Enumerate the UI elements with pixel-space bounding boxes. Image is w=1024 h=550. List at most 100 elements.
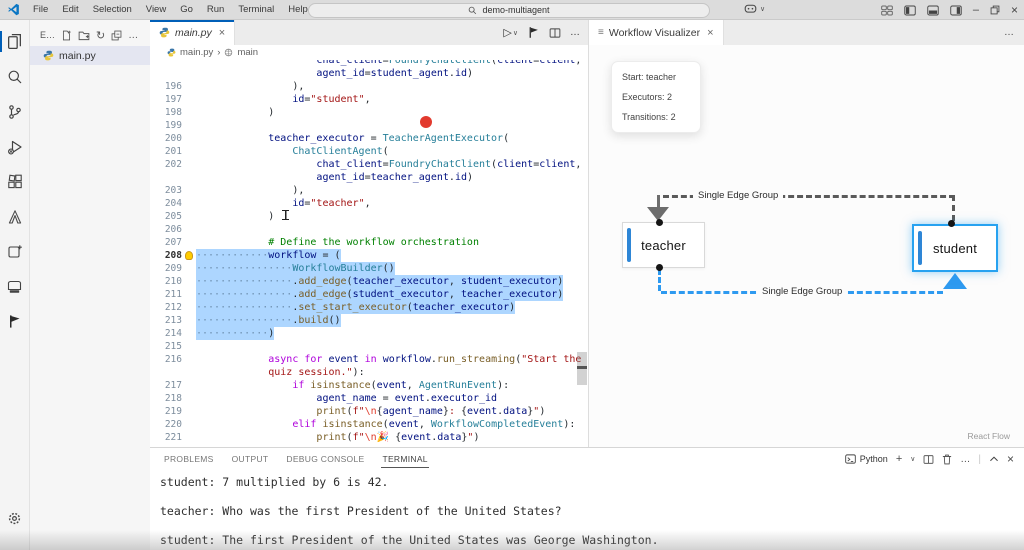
code-line[interactable]: agent_id=teacher_agent.id) [150,171,588,184]
code-line[interactable]: 215 [150,340,588,353]
code-line[interactable]: 210················.add_edge(teacher_exe… [150,275,588,288]
code-line[interactable]: 201 ChatClientAgent( [150,145,588,158]
code-line[interactable]: agent_id=student_agent.id) [150,67,588,80]
code-line[interactable]: 217 if isinstance(event, AgentRunEvent): [150,379,588,392]
code-text: ) [196,106,274,119]
code-line[interactable]: 199 [150,119,588,132]
sidebar-item-explorer[interactable] [0,24,30,59]
menu-file[interactable]: File [26,0,55,20]
menu-view[interactable]: View [139,0,173,20]
code-line[interactable]: 206 [150,223,588,236]
code-line[interactable]: 202 chat_client=FoundryChatClient(client… [150,158,588,171]
sidebar-item-run-debug[interactable] [0,129,30,164]
code-line[interactable]: 221 print(f"\n🎉 {event.data}") [150,431,588,444]
tab-workflow-visualizer[interactable]: ≡ Workflow Visualizer × [589,20,724,45]
kill-terminal-icon[interactable] [942,454,952,465]
close-tab-icon[interactable]: × [219,27,225,39]
workflow-canvas[interactable]: Start: teacher Executors: 2 Transitions:… [589,45,1024,447]
code-line[interactable]: 203 ), [150,184,588,197]
edge-label[interactable]: Single Edge Group [693,190,783,201]
code-line[interactable]: quiz session."): [150,366,588,379]
more-actions-icon[interactable]: … [960,454,970,465]
breadcrumb-item-symbol[interactable]: main [237,47,258,58]
node-teacher[interactable]: teacher [622,222,705,268]
more-actions-icon[interactable]: … [1004,20,1014,45]
terminal-output[interactable]: student: 7 multiplied by 6 is 42.teacher… [150,468,1024,547]
sidebar-item-azure[interactable] [0,199,30,234]
minimize-button[interactable]: – [973,4,979,16]
new-folder-button[interactable] [78,30,90,41]
code-line[interactable]: 208············workflow = ( [150,249,588,262]
code-line[interactable]: 209················WorkflowBuilder() [150,262,588,275]
code-line[interactable]: 219 print(f"\n{agent_name}: {event.data}… [150,405,588,418]
tab-main-py[interactable]: main.py × [150,20,235,45]
code-line[interactable]: 213················.build() [150,314,588,327]
menu-selection[interactable]: Selection [86,0,139,20]
code-line[interactable]: 205 ) [150,210,588,223]
close-tab-icon[interactable]: × [707,27,713,39]
terminal-shell-picker[interactable]: Python [845,454,888,464]
collapse-all-button[interactable] [111,30,122,41]
menu-edit[interactable]: Edit [55,0,85,20]
split-editor-icon[interactable] [549,27,561,39]
panel-tab-problems[interactable]: PROBLEMS [163,450,215,468]
code-line[interactable]: 198 ) [150,106,588,119]
code-line[interactable]: 211················.add_edge(student_exe… [150,288,588,301]
settings-gear-button[interactable] [7,511,22,526]
chevron-down-icon[interactable]: ∨ [910,455,915,463]
pennant-action-icon[interactable] [527,26,540,39]
code-line[interactable]: 216 async for event in workflow.run_stre… [150,353,588,366]
code-editor[interactable]: chat_client=FoundryChatClient(client=cli… [150,60,588,447]
line-number [150,67,182,80]
lightbulb-icon[interactable] [185,251,193,260]
code-line[interactable]: 204 id="teacher", [150,197,588,210]
code-line[interactable]: chat_client=FoundryChatClient(client=cli… [150,60,588,67]
chevron-down-icon[interactable]: ∨ [513,29,518,37]
menu-terminal[interactable]: Terminal [231,0,281,20]
sidebar-item-package[interactable] [0,269,30,304]
sidebar-item-extensions[interactable] [0,164,30,199]
toggle-secondary-sidebar-icon[interactable] [950,5,962,16]
code-line[interactable]: 197 id="student", [150,93,588,106]
copilot-menu[interactable]: ∨ [744,3,765,14]
refresh-button[interactable]: ↻ [96,29,105,42]
run-python-file-button[interactable]: ▷ ∨ [503,26,518,39]
file-item-main.py[interactable]: main.py [30,46,150,65]
code-line[interactable]: 212················.set_start_executor(t… [150,301,588,314]
close-panel-icon[interactable]: × [1007,452,1014,466]
node-student[interactable]: student [912,224,998,272]
panel-tab-terminal[interactable]: TERMINAL [381,450,428,468]
breadcrumb-item-file[interactable]: main.py [180,47,213,58]
info-start: Start: teacher [622,72,690,82]
toggle-panel-icon[interactable] [927,5,939,16]
code-line[interactable]: 218 agent_name = event.executor_id [150,392,588,405]
code-line[interactable]: 207 # Define the workflow orchestration [150,236,588,249]
sidebar-item-toolkit[interactable] [0,234,30,269]
code-line[interactable]: 200 teacher_executor = TeacherAgentExecu… [150,132,588,145]
new-file-button[interactable] [61,30,72,41]
command-center-search[interactable]: demo-multiagent [308,3,710,18]
maximize-panel-icon[interactable] [989,455,999,463]
panel-tab-debug-console[interactable]: DEBUG CONSOLE [285,450,365,468]
toggle-sidebar-icon[interactable] [904,5,916,16]
close-window-button[interactable]: × [1011,3,1018,17]
sidebar-item-source-control[interactable] [0,94,30,129]
sidebar-item-pennant[interactable] [0,304,30,339]
sidebar-item-search[interactable] [0,59,30,94]
editor-scrollbar[interactable] [577,352,587,385]
new-terminal-button[interactable]: + [896,453,902,465]
split-terminal-icon[interactable] [923,454,934,465]
glyph-margin [182,288,196,301]
panel-tab-output[interactable]: OUTPUT [231,450,270,468]
restore-button[interactable] [990,5,1000,15]
react-flow-attribution[interactable]: React Flow [967,431,1010,441]
layout-controls-icon[interactable] [881,5,893,16]
edge-label[interactable]: Single Edge Group [757,286,847,297]
menu-run[interactable]: Run [200,0,231,20]
code-line[interactable]: 220 elif isinstance(event, WorkflowCompl… [150,418,588,431]
more-actions-icon[interactable]: … [570,27,580,38]
menu-go[interactable]: Go [173,0,200,20]
more-actions-button[interactable]: … [128,30,138,41]
code-line[interactable]: 214············) [150,327,588,340]
code-line[interactable]: 196 ), [150,80,588,93]
